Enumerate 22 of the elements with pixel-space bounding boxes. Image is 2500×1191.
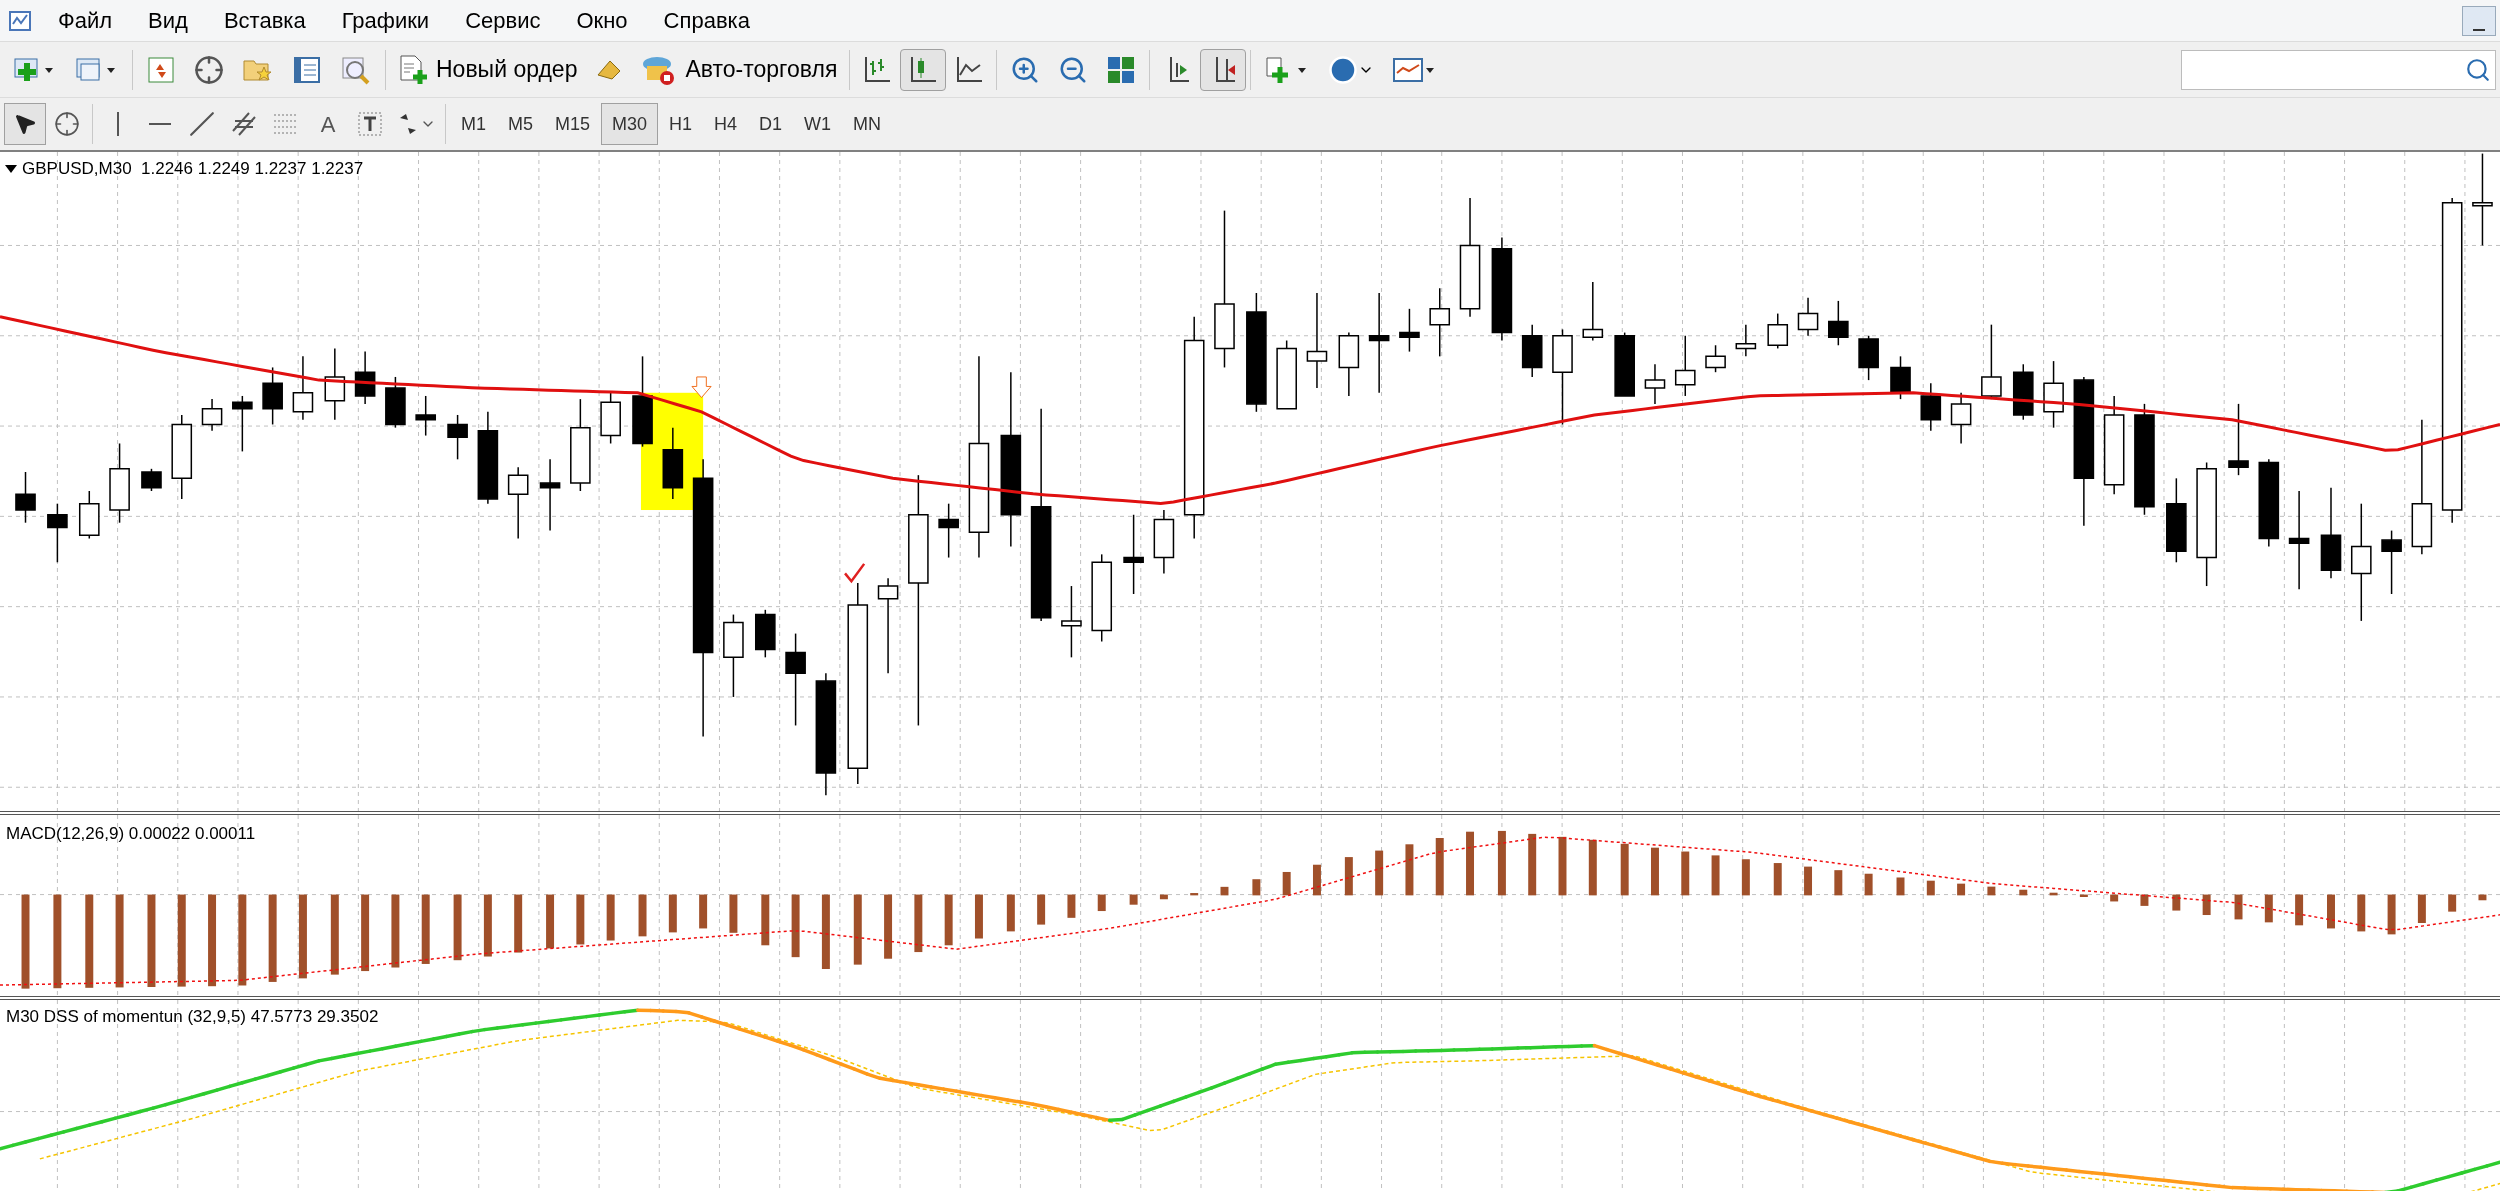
timeframe-button[interactable]: M30 bbox=[601, 103, 659, 145]
menu-item[interactable]: Окно bbox=[558, 4, 646, 37]
auto-trading-button[interactable]: Авто-торговля bbox=[633, 48, 846, 91]
text-tool[interactable]: A bbox=[307, 103, 349, 145]
timeframe-button[interactable]: W1 bbox=[793, 103, 843, 145]
menu-item[interactable]: Сервис bbox=[447, 4, 559, 37]
indicator-title: M30 DSS of momentun (32,9,5) 47.5773 29.3502 bbox=[6, 1006, 379, 1028]
timeframe-button[interactable]: D1 bbox=[748, 103, 794, 145]
timeframe-button[interactable]: M1 bbox=[450, 103, 497, 145]
new-order-button[interactable]: Новый ордер bbox=[390, 48, 586, 91]
timeframe-button[interactable]: M5 bbox=[497, 103, 545, 145]
menu-item[interactable]: Файл bbox=[40, 4, 131, 37]
chart-title: GBPUSD,M30 1.2246 1.2249 1.2237 1.2237 bbox=[22, 158, 364, 180]
indicator-title: MACD(12,26,9) 0.00022 0.00011 bbox=[6, 823, 256, 845]
menu-item[interactable]: Вставка bbox=[205, 4, 324, 37]
timeframe-button[interactable]: H1 bbox=[658, 103, 704, 145]
timeframe-button[interactable]: H4 bbox=[703, 103, 749, 145]
menu-item[interactable]: Вид bbox=[130, 4, 206, 37]
menu-item[interactable]: Графики bbox=[323, 4, 448, 37]
menu-item[interactable]: Справка bbox=[645, 4, 768, 37]
timeframe-button[interactable]: MN bbox=[842, 103, 893, 145]
timeframe-button[interactable]: M15 bbox=[544, 103, 602, 145]
